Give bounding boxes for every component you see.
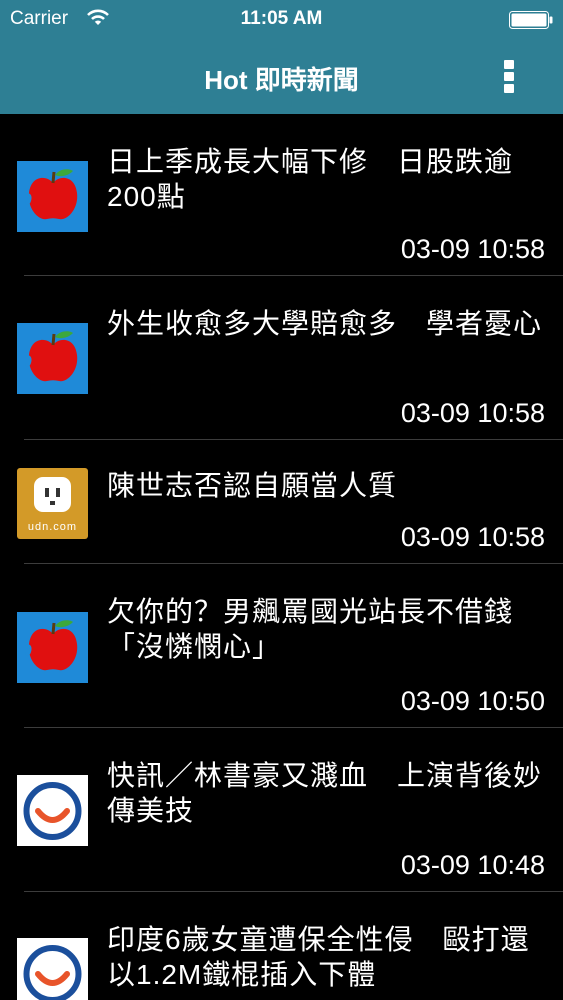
udn-icon: udn.com bbox=[17, 468, 88, 539]
news-timestamp: 03-09 10:50 bbox=[400, 686, 545, 716]
apple-news-icon bbox=[17, 612, 88, 683]
news-timestamp: 03-09 10:58 bbox=[400, 234, 545, 264]
news-item[interactable]: 日上季成長大幅下修 日股跌逾200點 03-09 10:58 bbox=[0, 114, 563, 276]
page-title: Hot 即時新聞 bbox=[204, 65, 359, 95]
news-item[interactable]: 快訊／林書豪又濺血 上演背後妙傳美技 03-09 10:48 bbox=[0, 728, 563, 892]
news-headline: 外生收愈多大學賠愈多 學者憂心 bbox=[107, 308, 543, 339]
news-item[interactable]: udn.com 陳世志否認自願當人質 03-09 10:58 bbox=[0, 440, 563, 564]
news-headline: 陳世志否認自願當人質 bbox=[107, 470, 398, 501]
news-timestamp: 03-09 10:48 bbox=[400, 850, 545, 880]
news-item[interactable]: 外生收愈多大學賠愈多 學者憂心 03-09 10:58 bbox=[0, 276, 563, 440]
news-headline: 快訊／林書豪又濺血 上演背後妙傳美技 bbox=[107, 760, 543, 826]
status-bar: Carrier 11:05 AM bbox=[0, 0, 563, 38]
clock: 11:05 AM bbox=[240, 8, 323, 29]
news-item[interactable]: 欠你的？男飆罵國光站長不借錢「沒憐憫心」 03-09 10:50 bbox=[0, 564, 563, 728]
udn-logo-text: udn.com bbox=[27, 521, 78, 533]
news-item[interactable]: 印度6歲女童遭保全性侵 毆打還以1.2M鐵棍插入下體 bbox=[0, 892, 563, 1000]
battery-icon bbox=[509, 11, 553, 29]
news-list[interactable]: 日上季成長大幅下修 日股跌逾200點 03-09 10:58 外生收愈多大學賠愈… bbox=[0, 114, 563, 1000]
news-headline: 印度6歲女童遭保全性侵 毆打還以1.2M鐵棍插入下體 bbox=[107, 924, 530, 990]
news-headline: 日上季成長大幅下修 日股跌逾200點 bbox=[107, 146, 514, 212]
apple-news-icon bbox=[17, 161, 88, 232]
app-header: Carrier 11:05 AM Hot 即時新聞 bbox=[0, 0, 563, 114]
news-headline: 欠你的？男飆罵國光站長不借錢「沒憐憫心」 bbox=[107, 596, 514, 662]
nav-bar: Hot 即時新聞 bbox=[0, 38, 563, 114]
smile-logo-icon bbox=[17, 938, 88, 1000]
apple-news-icon bbox=[17, 323, 88, 394]
smile-logo-icon bbox=[17, 775, 88, 846]
more-menu-icon[interactable] bbox=[498, 56, 520, 96]
news-timestamp: 03-09 10:58 bbox=[400, 398, 545, 428]
news-timestamp: 03-09 10:58 bbox=[400, 522, 545, 552]
